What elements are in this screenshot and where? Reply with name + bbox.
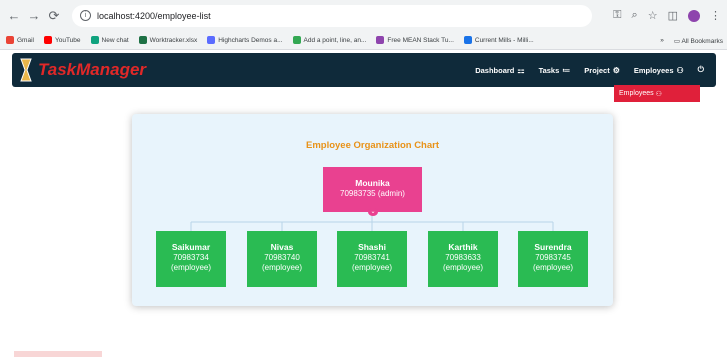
dashboard-icon: ⚏ <box>517 65 525 75</box>
employees-dropdown-item[interactable]: Employees ⚇ <box>614 85 700 102</box>
admin-node[interactable]: Mounika 70983735 (admin) <box>323 167 422 212</box>
nav-employees[interactable]: Employees ⚇ <box>634 66 684 75</box>
bookmark-add-point[interactable]: Add a point, line, an... <box>292 36 366 44</box>
employee-node[interactable]: Shashi 70983741 (employee) <box>337 231 407 287</box>
employee-node[interactable]: Surendra 70983745 (employee) <box>518 231 588 287</box>
profile-avatar[interactable] <box>688 9 700 22</box>
bookmark-highcharts[interactable]: Highcharts Demos a... <box>207 36 283 44</box>
bookmark-worktracker[interactable]: Worktracker.xlsx <box>138 36 197 44</box>
highcharts-icon <box>207 36 216 44</box>
bookmark-mean-stack[interactable]: Free MEAN Stack Tu... <box>376 36 454 44</box>
forward-icon[interactable]: → <box>26 8 42 24</box>
back-icon[interactable]: ← <box>6 8 22 24</box>
navbar: TaskManager Dashboard ⚏ Tasks ≔ Project ⚙ E… <box>12 53 716 87</box>
star-icon[interactable]: ☆ <box>648 9 658 22</box>
bookmarks-right: » ▭ All Bookmarks <box>660 31 723 50</box>
employee-node[interactable]: Nivas 70983740 (employee) <box>247 231 317 287</box>
gear-icon: ⚙ <box>612 65 620 75</box>
admin-detail: 70983735 (admin) <box>340 189 405 198</box>
more-bookmarks-button[interactable]: » <box>660 37 664 44</box>
hourglass-icon <box>20 58 32 82</box>
reload-icon[interactable]: ⟳ <box>46 8 62 24</box>
bookmark-youtube[interactable]: YouTube <box>43 36 81 44</box>
admin-name: Mounika <box>355 178 390 188</box>
url-text: localhost:4200/employee-list <box>97 10 211 21</box>
password-key-icon[interactable]: ⚿ <box>613 9 621 22</box>
bookmark-gmail[interactable]: Gmail <box>6 36 34 44</box>
bookmark-current-mills[interactable]: Current Mills - Milli... <box>463 36 534 44</box>
page-bottom-bar <box>14 351 102 357</box>
nav-project[interactable]: Project ⚙ <box>584 66 620 75</box>
youtube-icon <box>43 36 52 44</box>
menu-icon[interactable]: ⋮ <box>710 9 721 22</box>
all-bookmarks-button[interactable]: ▭ All Bookmarks <box>674 37 723 45</box>
mean-icon <box>376 36 385 44</box>
logout-button[interactable]: ⏻ <box>698 65 704 75</box>
site-info-icon[interactable]: i <box>80 10 91 21</box>
address-bar[interactable]: i localhost:4200/employee-list <box>72 4 592 27</box>
browser-toolbar: ← → ⟳ i localhost:4200/employee-list ⚿ ⌕… <box>0 0 727 31</box>
bookmark-new-chat[interactable]: New chat <box>90 36 129 44</box>
nav-links: Dashboard ⚏ Tasks ≔ Project ⚙ Employees ⚇ ⏻ <box>475 53 704 87</box>
employee-node[interactable]: Karthik 70983633 (employee) <box>428 231 498 287</box>
spreadsheet-icon <box>138 36 147 44</box>
gmail-icon <box>6 36 14 44</box>
browser-actions: ⚿ ⌕ ☆ ◫ ⋮ <box>613 0 721 31</box>
list-icon: ≔ <box>562 65 571 75</box>
nav-tasks[interactable]: Tasks ≔ <box>539 66 571 75</box>
org-chart-card: Employee Organization Chart Mounika 7098… <box>132 114 613 306</box>
bookmarks-bar: Gmail YouTube New chat Worktracker.xlsx … <box>0 31 727 50</box>
nav-dashboard[interactable]: Dashboard ⚏ <box>475 66 524 75</box>
employee-node[interactable]: Saikumar 70983734 (employee) <box>156 231 226 287</box>
users-icon: ⚇ <box>676 65 684 75</box>
brand-title[interactable]: TaskManager <box>38 60 146 80</box>
app-viewport: TaskManager Dashboard ⚏ Tasks ≔ Project ⚙ E… <box>0 50 727 358</box>
zoom-icon[interactable]: ⌕ <box>632 9 638 22</box>
folder-icon: ▭ <box>673 37 680 45</box>
org-icon: ⚇ <box>655 90 662 98</box>
chat-icon <box>90 36 99 44</box>
power-icon: ⏻ <box>697 65 704 74</box>
extensions-icon[interactable]: ◫ <box>668 9 678 22</box>
web-icon <box>292 36 301 44</box>
collapse-chevron-icon[interactable]: ⌄ <box>368 208 378 216</box>
mills-icon <box>463 36 472 44</box>
